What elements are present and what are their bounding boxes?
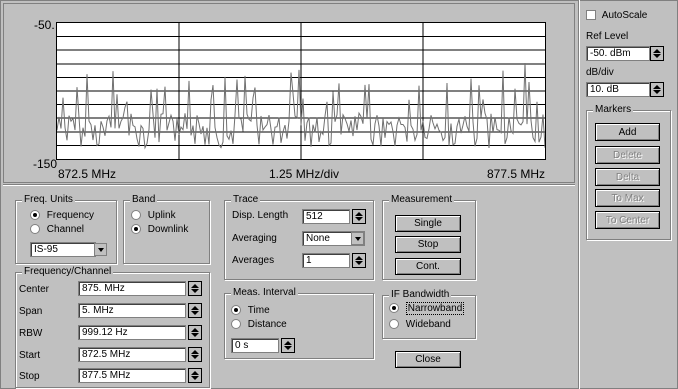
to-max-button[interactable]: To Max [595,189,660,207]
radio-frequency-dot[interactable] [30,210,40,221]
stop-spinner[interactable] [188,368,202,383]
radio-narrowband[interactable]: Narrowband [389,302,465,315]
rbw-label: RBW [19,328,43,339]
radio-frequency-label: Frequency [46,210,95,221]
autoscale-checkbox[interactable]: AutoScale [586,10,647,21]
x-div-label: 1.25 MHz/div [269,167,340,181]
single-button[interactable]: Single [395,215,461,232]
averages-label: Averages [232,255,275,266]
band-title: Band [130,194,158,205]
rbw-spinner[interactable] [188,325,202,340]
ref-level-axis-label: -50. [34,18,55,32]
radio-time[interactable]: Time [231,305,270,316]
close-button[interactable]: Close [395,351,461,368]
ref-level-spinner[interactable] [650,46,664,61]
meas-interval-spinner[interactable] [281,338,295,353]
meas-interval-field[interactable]: 0 s [231,338,279,353]
dbdiv-spinner[interactable] [650,82,664,97]
x-end-label: 877.5 MHz [487,167,546,181]
center-spinner[interactable] [188,281,202,296]
center-field[interactable]: 875. MHz [78,281,186,296]
radio-wideband[interactable]: Wideband [389,319,451,330]
frequency-channel-title: Frequency/Channel [22,266,114,277]
radio-downlink-label: Downlink [147,224,189,235]
radio-time-dot[interactable] [231,305,241,316]
autoscale-check-box[interactable] [586,10,596,21]
x-start-label: 872.5 MHz [58,167,117,181]
ref-level-label: Ref Level [586,31,629,42]
markers-title: Markers [593,104,634,115]
averages-spinner[interactable] [352,253,366,268]
radio-wideband-label: Wideband [405,319,451,330]
to-center-button[interactable]: To Center [595,211,660,229]
averages-field[interactable]: 1 [302,253,350,268]
averaging-dropdown-arrow-icon[interactable] [351,232,364,245]
bottom-panel-divider [3,184,575,186]
radio-time-label: Time [247,305,270,316]
trace-title: Trace [231,194,261,205]
radio-downlink-dot[interactable] [131,224,141,235]
rbw-field[interactable]: 999.12 Hz [78,325,186,340]
stop-button[interactable]: Stop [395,236,461,253]
right-panel-divider [578,0,580,389]
radio-wideband-dot[interactable] [389,319,399,330]
radio-distance[interactable]: Distance [231,319,287,330]
radio-uplink-dot[interactable] [131,210,141,221]
radio-narrowband-dot[interactable] [389,303,399,314]
spectrum-plot[interactable] [56,22,546,160]
radio-channel-label: Channel [46,224,85,235]
cont-button[interactable]: Cont. [395,258,461,275]
radio-frequency[interactable]: Frequency [30,210,94,221]
meas-interval-title: Meas. Interval [231,287,298,298]
if-bandwidth-title: IF Bandwidth [389,289,452,300]
bottom-level-axis-label: -150 [33,157,58,171]
span-field[interactable]: 5. MHz [78,303,186,318]
spectrum-trace-svg [57,23,545,159]
radio-uplink[interactable]: Uplink [131,210,176,221]
center-label: Center [19,284,50,295]
disp-length-field[interactable]: 512 [302,209,350,224]
stop-field[interactable]: 877.5 MHz [78,368,186,383]
averaging-label: Averaging [232,233,277,244]
standard-select[interactable]: IS-95 [30,242,96,257]
standard-dropdown-arrow-icon[interactable] [94,243,107,256]
delta-marker-button[interactable]: Delta [595,168,660,186]
radio-channel-dot[interactable] [30,224,40,235]
radio-channel[interactable]: Channel [30,224,84,235]
start-spinner[interactable] [188,347,202,362]
radio-distance-label: Distance [247,319,287,330]
radio-narrowband-label: Narrowband [405,302,465,315]
stop-label: Stop [19,371,40,382]
span-spinner[interactable] [188,303,202,318]
disp-length-label: Disp. Length [232,210,289,221]
ref-level-field[interactable]: -50. dBm [586,46,650,61]
freq-units-title: Freq. Units [22,194,75,205]
delete-marker-button[interactable]: Delete [595,146,660,164]
span-label: Span [19,306,43,317]
dbdiv-field[interactable]: 10. dB [586,82,650,97]
radio-distance-dot[interactable] [231,319,241,330]
add-marker-button[interactable]: Add [595,123,660,141]
start-field[interactable]: 872.5 MHz [78,347,186,362]
disp-length-spinner[interactable] [352,209,366,224]
start-label: Start [19,350,41,361]
autoscale-label: AutoScale [601,10,648,21]
dbdiv-label: dB/div [586,67,614,78]
measurement-title: Measurement [389,194,455,205]
radio-downlink[interactable]: Downlink [131,224,188,235]
radio-uplink-label: Uplink [147,210,176,221]
